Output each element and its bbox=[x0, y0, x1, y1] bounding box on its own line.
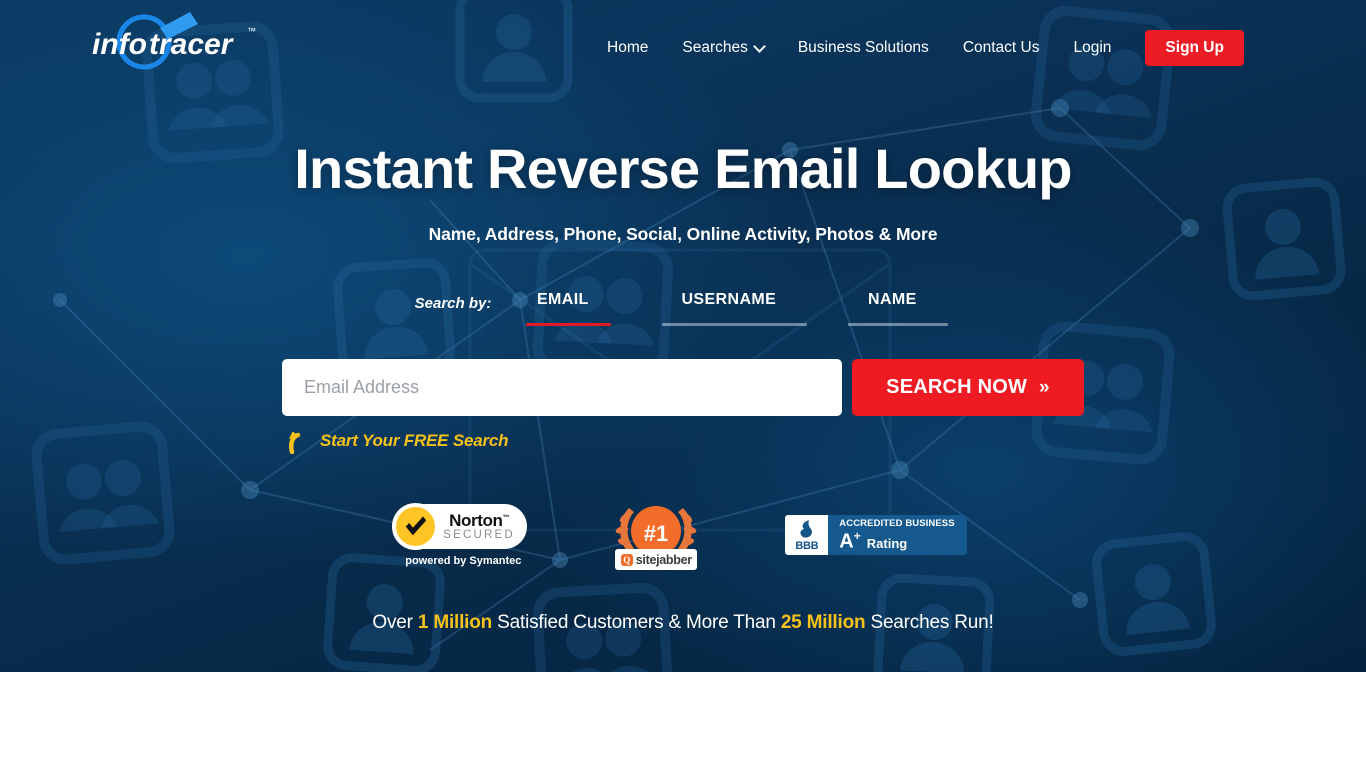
search-by-label: Search by: bbox=[414, 295, 492, 313]
norton-secured-label: SECURED bbox=[443, 528, 515, 541]
tab-email[interactable]: EMAIL bbox=[520, 287, 612, 327]
sitejabber-badge: #1 Q sitejabber bbox=[615, 498, 698, 572]
nav-item-login[interactable]: Login bbox=[1056, 31, 1128, 65]
bbb-grade-plus: + bbox=[853, 529, 861, 544]
norton-powered-by-label: powered by Symantec bbox=[405, 554, 522, 567]
nav-item-searches-label: Searches bbox=[682, 39, 748, 56]
norton-check-icon bbox=[392, 502, 440, 550]
hero-subtitle: Name, Address, Phone, Social, Online Act… bbox=[428, 224, 938, 245]
search-now-button-label: SEARCH NOW bbox=[886, 376, 1028, 399]
nav-links: Home Searches Business Solutions Contact… bbox=[590, 30, 1244, 66]
svg-text:tracer: tracer bbox=[149, 28, 235, 61]
free-search-text: Start Your FREE Search bbox=[320, 431, 509, 451]
tab-name-label: NAME bbox=[867, 291, 917, 309]
search-input[interactable] bbox=[282, 359, 842, 417]
tab-username-label: USERNAME bbox=[681, 291, 777, 309]
nav-item-business-solutions-label: Business Solutions bbox=[797, 39, 929, 56]
stats-number-two: 25 Million bbox=[780, 612, 866, 634]
svg-text:#1: #1 bbox=[644, 521, 668, 546]
search-form: SEARCH NOW » bbox=[0, 359, 1366, 417]
bbb-accredited-label: ACCREDITED BUSINESS bbox=[839, 518, 955, 530]
stats-prefix: Over bbox=[372, 612, 418, 634]
sitejabber-name-label: sitejabber bbox=[635, 552, 692, 567]
sitejabber-q-icon: Q bbox=[620, 553, 633, 566]
infotracer-logo[interactable]: info tracer ™ bbox=[86, 8, 286, 76]
nav-item-login-label: Login bbox=[1073, 39, 1112, 56]
stats-middle: Satisfied Customers & More Than bbox=[492, 612, 781, 634]
tab-username-underline bbox=[662, 323, 808, 327]
norton-name-label: Norton bbox=[449, 510, 503, 530]
tab-email-label: EMAIL bbox=[536, 291, 589, 309]
svg-text:info: info bbox=[92, 28, 147, 61]
double-chevron-right-icon: » bbox=[1039, 376, 1050, 398]
chevron-down-icon bbox=[755, 42, 764, 51]
stats-line: Over 1 Million Satisfied Customers & Mor… bbox=[0, 612, 1366, 634]
bbb-accredited-badge: BBB ACCREDITED BUSINESS A+ Rating bbox=[785, 515, 967, 556]
page-title: Instant Reverse Email Lookup bbox=[294, 137, 1072, 200]
trust-badges: Norton™ SECURED powered by Symantec #1 Q… bbox=[0, 498, 1366, 572]
nav-item-home-label: Home bbox=[607, 39, 649, 56]
nav-item-home[interactable]: Home bbox=[590, 31, 665, 65]
curved-arrow-up-icon bbox=[289, 431, 301, 455]
bbb-grade-label: A bbox=[839, 530, 854, 553]
nav-item-contact-us-label: Contact Us bbox=[962, 39, 1040, 56]
bbb-rating-word-label: Rating bbox=[866, 535, 908, 551]
tab-email-underline bbox=[526, 323, 612, 327]
norton-secured-badge: Norton™ SECURED powered by Symantec bbox=[392, 502, 528, 567]
stats-number-one: 1 Million bbox=[417, 612, 493, 634]
nav-item-business-solutions[interactable]: Business Solutions bbox=[781, 31, 946, 65]
free-search-callout: Start Your FREE Search bbox=[282, 428, 1084, 455]
top-navigation-bar: info tracer ™ Home Searches Business Sol… bbox=[0, 0, 1366, 94]
search-type-tabs: Search by: EMAIL USERNAME NAME bbox=[0, 287, 1366, 327]
sign-up-button[interactable]: Sign Up bbox=[1145, 30, 1244, 66]
bbb-torch-icon bbox=[800, 519, 812, 538]
bbb-abbr-label: BBB bbox=[795, 539, 819, 552]
norton-tm: ™ bbox=[502, 513, 510, 521]
tab-name[interactable]: NAME bbox=[842, 287, 949, 327]
stats-suffix: Searches Run! bbox=[865, 612, 994, 634]
hero-section: info tracer ™ Home Searches Business Sol… bbox=[0, 0, 1366, 672]
tab-name-underline bbox=[848, 323, 949, 327]
svg-text:™: ™ bbox=[247, 26, 256, 36]
search-now-button[interactable]: SEARCH NOW » bbox=[852, 359, 1084, 417]
nav-item-searches[interactable]: Searches bbox=[665, 31, 780, 65]
tab-username[interactable]: USERNAME bbox=[656, 287, 808, 327]
nav-item-contact-us[interactable]: Contact Us bbox=[946, 31, 1057, 65]
hero-content: Instant Reverse Email Lookup Name, Addre… bbox=[0, 0, 1366, 634]
